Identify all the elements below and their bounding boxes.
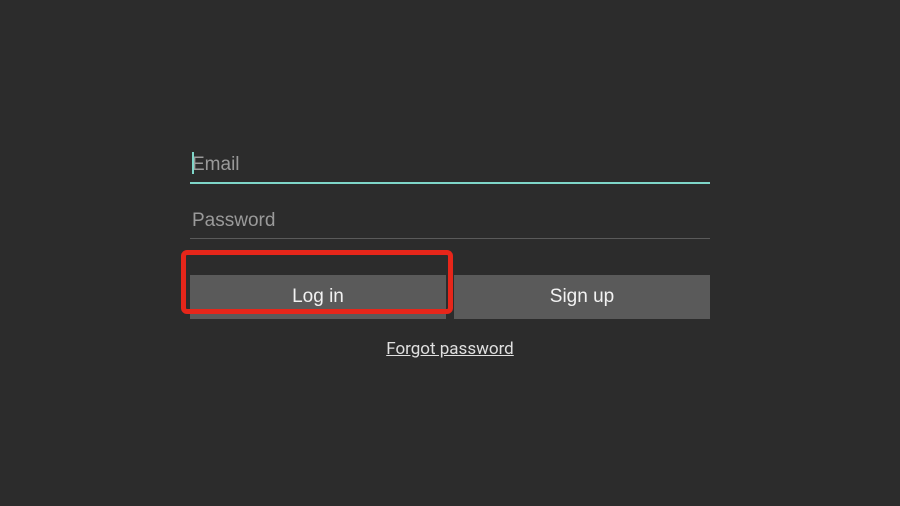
email-input[interactable] <box>190 150 710 184</box>
signup-button[interactable]: Sign up <box>454 275 710 319</box>
forgot-password-link[interactable]: Forgot password <box>190 339 710 359</box>
password-input[interactable] <box>190 206 710 239</box>
email-field-wrap <box>190 150 710 184</box>
login-button[interactable]: Log in <box>190 275 446 319</box>
buttons-row: Log in Sign up <box>190 275 710 319</box>
password-field-wrap <box>190 206 710 239</box>
login-form: Log in Sign up Forgot password <box>190 150 710 359</box>
text-caret <box>192 152 194 174</box>
